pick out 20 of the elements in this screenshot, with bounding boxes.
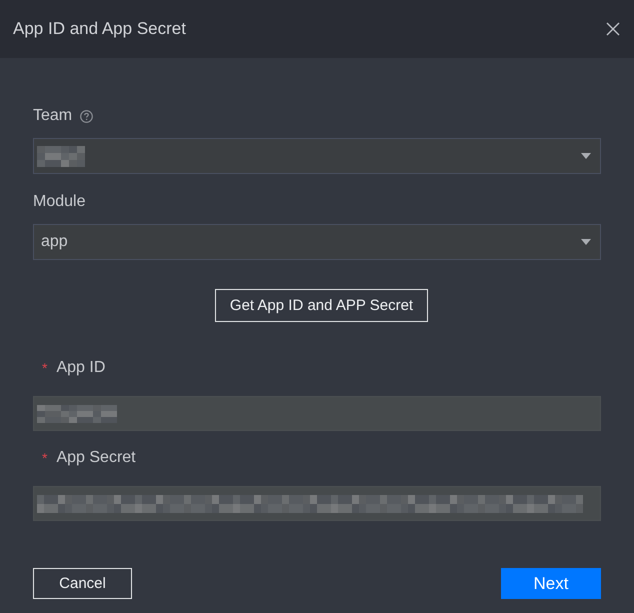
select-value: app — [40, 233, 68, 251]
cancel-button[interactable]: Cancel — [33, 568, 132, 599]
field-label: App ID — [56, 359, 106, 377]
required-mark: * — [42, 360, 48, 376]
field-label: Module — [33, 193, 86, 211]
select-field[interactable] — [33, 138, 601, 174]
input-field[interactable] — [33, 396, 601, 431]
get-credentials-button[interactable]: Get App ID and APP Secret — [215, 289, 428, 322]
input-field[interactable] — [33, 486, 601, 521]
next-button[interactable]: Next — [501, 568, 601, 599]
close-button[interactable] — [606, 22, 620, 36]
dialog-title: App ID and App Secret — [13, 19, 186, 39]
caret-icon — [581, 153, 591, 159]
help-icon[interactable] — [80, 110, 94, 122]
field-label: App Secret — [56, 449, 136, 467]
caret-icon — [581, 239, 591, 245]
select-field[interactable]: app — [33, 224, 601, 260]
required-mark: * — [42, 450, 48, 466]
field-label: Team — [33, 107, 72, 125]
close-icon — [606, 22, 620, 36]
